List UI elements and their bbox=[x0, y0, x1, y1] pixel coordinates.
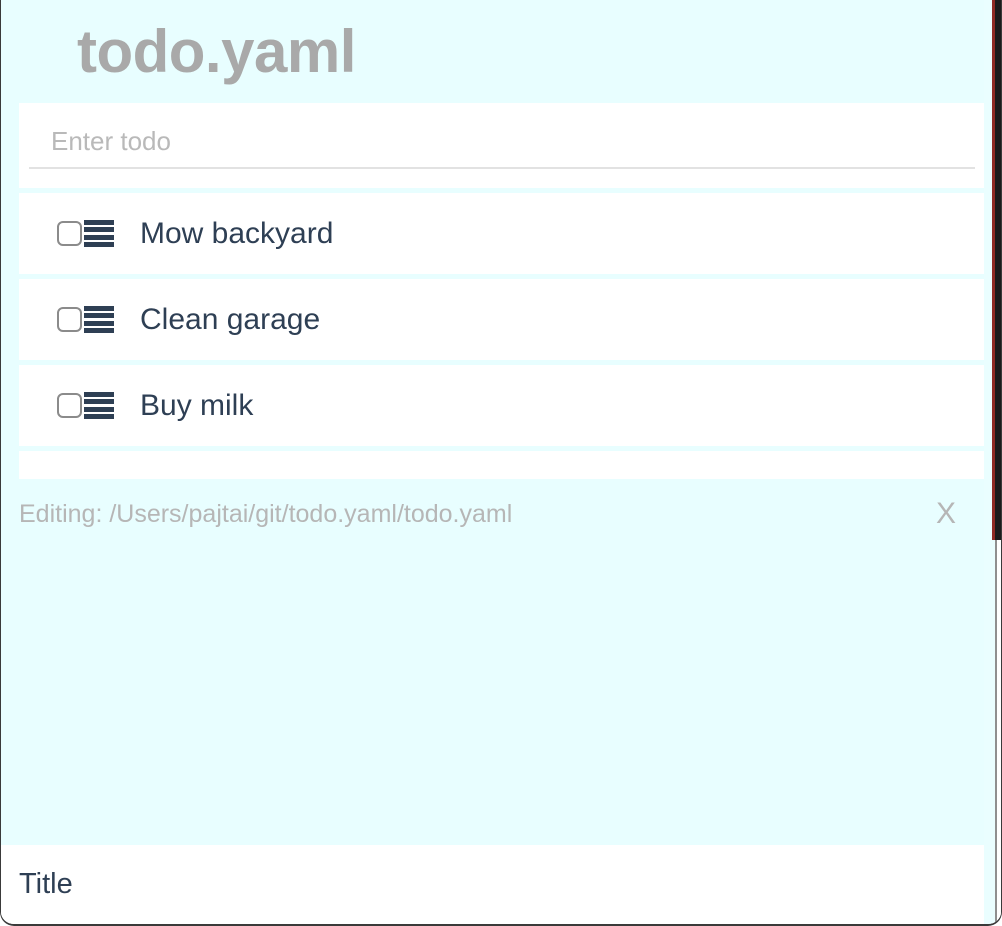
drag-handle-icon[interactable] bbox=[84, 306, 114, 333]
page-body: todo.yaml Mow backyard bbox=[1, 0, 986, 845]
new-todo-input[interactable] bbox=[29, 122, 975, 169]
drag-handle-bar bbox=[84, 241, 114, 247]
header: todo.yaml bbox=[1, 0, 986, 103]
todo-checkbox[interactable] bbox=[57, 221, 82, 246]
drag-handle-icon[interactable] bbox=[84, 392, 114, 419]
app-window: todo.yaml Mow backyard bbox=[0, 0, 1002, 926]
drag-handle-bar bbox=[84, 227, 114, 233]
bottom-bar-title: Title bbox=[19, 868, 73, 900]
drag-handle-bar bbox=[84, 399, 114, 405]
drag-handle-bar bbox=[84, 406, 114, 412]
drag-handle-bar bbox=[84, 413, 114, 419]
todo-checkbox[interactable] bbox=[57, 393, 82, 418]
drag-handle-bar bbox=[84, 234, 114, 240]
drag-handle-bar bbox=[84, 320, 114, 326]
drag-handle-icon[interactable] bbox=[84, 220, 114, 247]
drag-handle-bar bbox=[84, 313, 114, 319]
drag-handle-bar bbox=[84, 392, 114, 397]
window-chrome-right bbox=[984, 0, 1001, 540]
status-bar: Editing: /Users/pajtai/git/todo.yaml/tod… bbox=[1, 491, 986, 537]
todo-list: Mow backyard Clean garage Buy milk bbox=[1, 193, 986, 479]
drag-handle-bar bbox=[84, 327, 114, 333]
todo-item-label: Buy milk bbox=[140, 388, 254, 422]
editing-file-path: Editing: /Users/pajtai/git/todo.yaml/tod… bbox=[19, 499, 513, 528]
page-title: todo.yaml bbox=[77, 18, 356, 85]
new-todo-card bbox=[19, 103, 985, 188]
todo-list-item[interactable]: Clean garage bbox=[19, 279, 985, 360]
todo-list-item[interactable]: Mow backyard bbox=[19, 193, 985, 274]
window-chrome-right-lower bbox=[984, 540, 1001, 924]
bottom-bar: Title bbox=[1, 845, 986, 924]
todo-list-drop-area[interactable] bbox=[19, 451, 985, 479]
drag-handle-bar bbox=[84, 220, 114, 225]
todo-list-item[interactable]: Buy milk bbox=[19, 365, 985, 446]
drag-handle-bar bbox=[84, 306, 114, 311]
todo-item-label: Mow backyard bbox=[140, 216, 334, 250]
todo-checkbox[interactable] bbox=[57, 307, 82, 332]
todo-item-label: Clean garage bbox=[140, 302, 321, 336]
close-x-icon[interactable]: X bbox=[930, 499, 962, 529]
